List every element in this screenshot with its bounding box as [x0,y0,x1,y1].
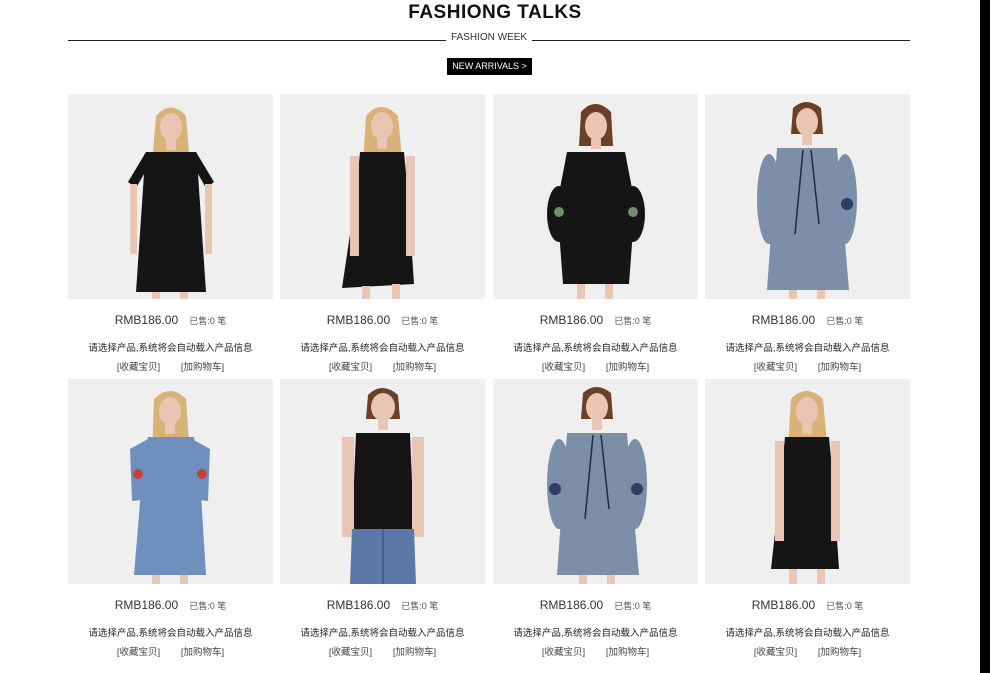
product-image[interactable] [280,379,485,584]
add-to-cart-link[interactable]: [加购物车] [818,362,861,373]
page-title: FASHIONG TALKS [408,2,582,23]
product-card[interactable]: RMB186.00 已售:0 笔 请选择产品,系统将会自动载入产品信息 [收藏宝… [493,379,698,664]
price-row: RMB186.00 已售:0 笔 [493,598,698,612]
product-card[interactable]: RMB186.00 已售:0 笔 请选择产品,系统将会自动载入产品信息 [收藏宝… [280,94,485,379]
product-description: 请选择产品,系统将会自动载入产品信息 [88,343,253,354]
favorite-link[interactable]: [收藏宝贝] [329,362,372,373]
product-image[interactable] [68,94,273,299]
product-actions: [收藏宝贝] [加购物车] [280,644,485,658]
add-to-cart-link[interactable]: [加购物车] [181,647,224,658]
sold-count: 已售:0 笔 [826,316,864,326]
product-card[interactable]: RMB186.00 已售:0 笔 请选择产品,系统将会自动载入产品信息 [收藏宝… [493,94,698,379]
product-price: RMB186.00 [751,313,816,327]
product-actions: [收藏宝贝] [加购物车] [705,644,910,658]
product-image[interactable] [493,379,698,584]
product-image[interactable] [705,94,910,299]
divider-right [532,40,910,41]
favorite-link[interactable]: [收藏宝贝] [754,362,797,373]
product-description: 请选择产品,系统将会自动载入产品信息 [88,628,253,639]
product-price: RMB186.00 [539,598,604,612]
sold-count: 已售:0 笔 [401,316,439,326]
price-row: RMB186.00 已售:0 笔 [68,313,273,327]
price-row: RMB186.00 已售:0 笔 [68,598,273,612]
product-price: RMB186.00 [114,598,179,612]
product-price: RMB186.00 [326,598,391,612]
product-card[interactable]: RMB186.00 已售:0 笔 请选择产品,系统将会自动载入产品信息 [收藏宝… [705,94,910,379]
add-to-cart-link[interactable]: [加购物车] [606,362,649,373]
product-description: 请选择产品,系统将会自动载入产品信息 [513,628,678,639]
product-actions: [收藏宝贝] [加购物车] [280,359,485,373]
favorite-link[interactable]: [收藏宝贝] [117,647,160,658]
product-actions: [收藏宝贝] [加购物车] [68,644,273,658]
price-row: RMB186.00 已售:0 笔 [705,598,910,612]
sold-count: 已售:0 笔 [614,601,652,611]
favorite-link[interactable]: [收藏宝贝] [542,647,585,658]
price-row: RMB186.00 已售:0 笔 [705,313,910,327]
product-image[interactable] [280,94,485,299]
product-card[interactable]: RMB186.00 已售:0 笔 请选择产品,系统将会自动载入产品信息 [收藏宝… [705,379,910,664]
divider-left [68,40,446,41]
product-description: 请选择产品,系统将会自动载入产品信息 [300,343,465,354]
product-price: RMB186.00 [326,313,391,327]
product-card[interactable]: RMB186.00 已售:0 笔 请选择产品,系统将会自动载入产品信息 [收藏宝… [280,379,485,664]
product-image[interactable] [68,379,273,584]
product-image[interactable] [705,379,910,584]
product-actions: [收藏宝贝] [加购物车] [493,359,698,373]
product-description: 请选择产品,系统将会自动载入产品信息 [725,343,890,354]
favorite-link[interactable]: [收藏宝贝] [117,362,160,373]
sold-count: 已售:0 笔 [189,316,227,326]
product-price: RMB186.00 [751,598,816,612]
product-price: RMB186.00 [114,313,179,327]
price-row: RMB186.00 已售:0 笔 [280,313,485,327]
add-to-cart-link[interactable]: [加购物车] [818,647,861,658]
product-card[interactable]: RMB186.00 已售:0 笔 请选择产品,系统将会自动载入产品信息 [收藏宝… [68,94,273,379]
product-description: 请选择产品,系统将会自动载入产品信息 [513,343,678,354]
sold-count: 已售:0 笔 [614,316,652,326]
sold-count: 已售:0 笔 [401,601,439,611]
favorite-link[interactable]: [收藏宝贝] [542,362,585,373]
right-edge-bar [980,0,990,673]
sold-count: 已售:0 笔 [826,601,864,611]
product-actions: [收藏宝贝] [加购物车] [705,359,910,373]
price-row: RMB186.00 已售:0 笔 [280,598,485,612]
section-subtitle: FASHION WEEK [450,32,528,43]
product-actions: [收藏宝贝] [加购物车] [493,644,698,658]
product-image[interactable] [493,94,698,299]
price-row: RMB186.00 已售:0 笔 [493,313,698,327]
add-to-cart-link[interactable]: [加购物车] [393,647,436,658]
favorite-link[interactable]: [收藏宝贝] [329,647,372,658]
add-to-cart-link[interactable]: [加购物车] [393,362,436,373]
product-description: 请选择产品,系统将会自动载入产品信息 [725,628,890,639]
product-actions: [收藏宝贝] [加购物车] [68,359,273,373]
new-arrivals-button[interactable]: NEW ARRIVALS > [447,58,532,75]
product-description: 请选择产品,系统将会自动载入产品信息 [300,628,465,639]
favorite-link[interactable]: [收藏宝贝] [754,647,797,658]
product-card[interactable]: RMB186.00 已售:0 笔 请选择产品,系统将会自动载入产品信息 [收藏宝… [68,379,273,664]
add-to-cart-link[interactable]: [加购物车] [606,647,649,658]
product-price: RMB186.00 [539,313,604,327]
add-to-cart-link[interactable]: [加购物车] [181,362,224,373]
sold-count: 已售:0 笔 [189,601,227,611]
